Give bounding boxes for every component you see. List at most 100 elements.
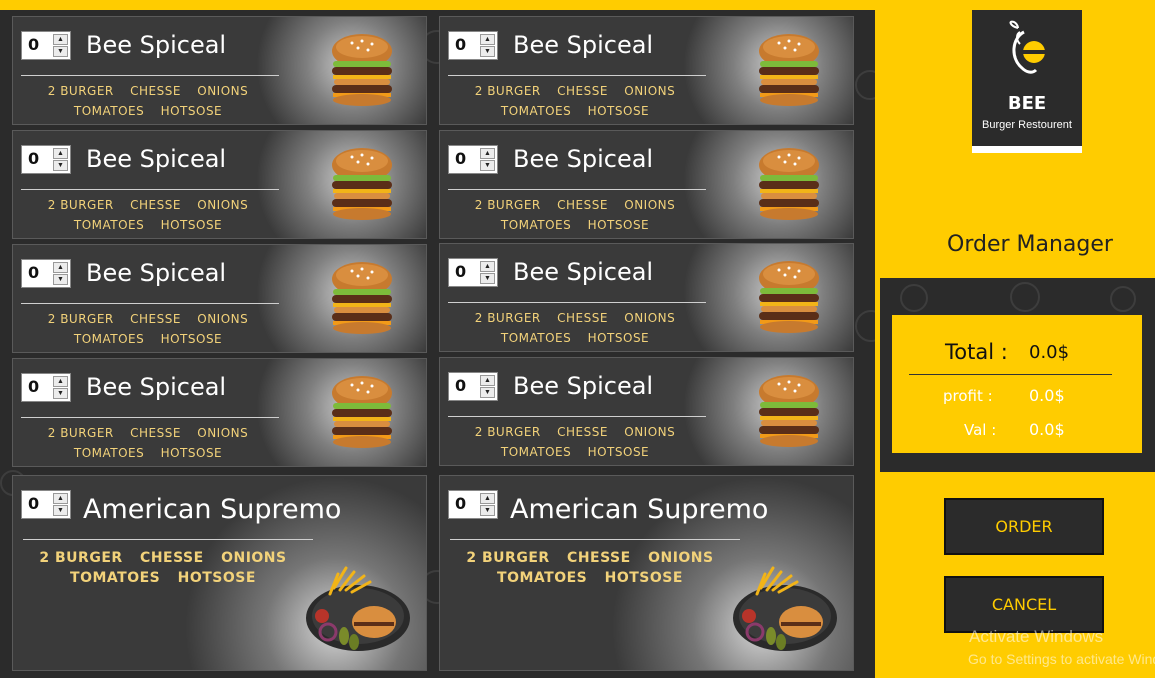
quantity-stepper[interactable]: 0 ▲ ▼: [21, 31, 71, 60]
doodle: [855, 310, 875, 342]
increment-button[interactable]: ▲: [53, 376, 68, 387]
quantity-stepper[interactable]: 0 ▲ ▼: [448, 258, 498, 287]
ingredient-label: CHESSE: [557, 311, 608, 325]
ingredient-label: CHESSE: [130, 84, 181, 98]
decrement-button[interactable]: ▼: [480, 46, 495, 57]
increment-button[interactable]: ▲: [480, 375, 495, 386]
increment-button[interactable]: ▲: [53, 493, 68, 504]
title-divider: [448, 302, 706, 303]
increment-button[interactable]: ▲: [480, 148, 495, 159]
ingredient-label: TOMATOES: [70, 570, 161, 586]
title-divider: [450, 539, 740, 540]
burger-icon: [332, 376, 392, 448]
title-divider: [448, 189, 706, 190]
title-divider: [21, 189, 279, 190]
quantity-stepper[interactable]: 0 ▲ ▼: [448, 372, 498, 401]
ingredients: 2 BURGER CHESSE ONIONS TOMATOES HOTSOSE: [440, 422, 710, 462]
ingredient-label: 2 BURGER: [47, 198, 114, 212]
order-summary: Total : 0.0$ profit : 0.0$ Val : 0.0$: [892, 315, 1142, 453]
ingredient-label: ONIONS: [624, 198, 676, 212]
ingredients: 2 BURGER CHESSE ONIONS TOMATOES HOTSOSE: [440, 308, 710, 348]
quantity-value: 0: [455, 149, 467, 168]
menu-item-title: Bee Spiceal: [513, 31, 654, 59]
decrement-button[interactable]: ▼: [480, 505, 495, 516]
quantity-stepper[interactable]: 0 ▲ ▼: [21, 145, 71, 174]
burger-icon: [759, 34, 819, 106]
ingredient-label: CHESSE: [130, 198, 181, 212]
bee-burger-icon: [1009, 20, 1046, 74]
ingredient-label: TOMATOES: [500, 331, 572, 345]
quantity-stepper[interactable]: 0 ▲ ▼: [21, 490, 71, 519]
ingredients: 2 BURGER CHESSE ONIONS TOMATOES HOTSOSE: [13, 81, 283, 121]
decrement-button[interactable]: ▼: [53, 505, 68, 516]
decrement-button[interactable]: ▼: [53, 46, 68, 57]
decrement-button[interactable]: ▼: [53, 160, 68, 171]
increment-button[interactable]: ▲: [53, 148, 68, 159]
decrement-button[interactable]: ▼: [480, 387, 495, 398]
quantity-stepper[interactable]: 0 ▲ ▼: [21, 259, 71, 288]
menu-item-title: Bee Spiceal: [86, 145, 227, 173]
quantity-stepper[interactable]: 0 ▲ ▼: [21, 373, 71, 402]
decrement-button[interactable]: ▼: [480, 273, 495, 284]
ingredients: 2 BURGER CHESSE ONIONS TOMATOES HOTSOSE: [13, 309, 283, 349]
val-value: 0.0$: [1029, 420, 1065, 439]
ingredient-label: 2 BURGER: [47, 312, 114, 326]
menu-item-title: Bee Spiceal: [86, 31, 227, 59]
ingredient-label: ONIONS: [197, 426, 249, 440]
decrement-button[interactable]: ▼: [480, 160, 495, 171]
summary-divider: [909, 374, 1112, 375]
ingredient-label: TOMATOES: [73, 446, 145, 460]
meal-plate-icon: [306, 566, 410, 651]
increment-button[interactable]: ▲: [480, 261, 495, 272]
quantity-stepper[interactable]: 0 ▲ ▼: [448, 490, 498, 519]
increment-button[interactable]: ▲: [480, 493, 495, 504]
quantity-stepper[interactable]: 0 ▲ ▼: [448, 145, 498, 174]
decrement-button[interactable]: ▼: [53, 388, 68, 399]
menu-item-card: 0 ▲ ▼ Bee Spiceal 2 BURGER CHESSE ONIONS…: [439, 243, 854, 352]
profit-label: profit :: [943, 387, 993, 405]
increment-button[interactable]: ▲: [53, 34, 68, 45]
decrement-button[interactable]: ▼: [53, 274, 68, 285]
ingredients: 2 BURGER CHESSE ONIONS TOMATOES HOTSOSE: [440, 548, 740, 588]
quantity-value: 0: [455, 262, 467, 281]
burger-icon: [759, 375, 819, 447]
ingredient-label: TOMATOES: [73, 332, 145, 346]
ingredient-label: 2 BURGER: [474, 84, 541, 98]
doodle: [900, 284, 928, 312]
order-panel: BEE Burger Restourent Order Manager Tota…: [875, 0, 1155, 678]
ingredient-label: 2 BURGER: [466, 550, 550, 566]
ingredient-label: HOTSOSE: [177, 570, 256, 586]
increment-button[interactable]: ▲: [53, 262, 68, 273]
ingredient-label: HOTSOSE: [587, 331, 650, 345]
burger-icon: [759, 148, 819, 220]
ingredient-label: 2 BURGER: [47, 84, 114, 98]
ingredient-label: HOTSOSE: [160, 218, 223, 232]
burger-icon: [332, 262, 392, 334]
cancel-button[interactable]: CANCEL: [944, 576, 1104, 633]
order-button[interactable]: ORDER: [944, 498, 1104, 555]
burger-icon: [332, 34, 392, 106]
brand-logo: BEE Burger Restourent: [972, 10, 1082, 153]
quantity-value: 0: [455, 376, 467, 395]
total-label: Total :: [945, 340, 1008, 364]
ingredients: 2 BURGER CHESSE ONIONS TOMATOES HOTSOSE: [440, 81, 710, 121]
ingredient-label: CHESSE: [557, 198, 608, 212]
ingredient-label: ONIONS: [624, 84, 676, 98]
increment-button[interactable]: ▲: [480, 34, 495, 45]
ingredient-label: HOTSOSE: [587, 104, 650, 118]
ingredient-label: TOMATOES: [500, 104, 572, 118]
quantity-stepper[interactable]: 0 ▲ ▼: [448, 31, 498, 60]
ingredient-label: TOMATOES: [73, 218, 145, 232]
ingredient-label: ONIONS: [624, 425, 676, 439]
ingredient-label: CHESSE: [130, 426, 181, 440]
ingredient-label: HOTSOSE: [587, 445, 650, 459]
ingredient-label: HOTSOSE: [604, 570, 683, 586]
title-divider: [21, 75, 279, 76]
ingredient-label: ONIONS: [221, 550, 287, 566]
activate-windows-title: Activate Windows: [969, 627, 1104, 646]
menu-item-title: American Supremo: [83, 494, 342, 525]
ingredient-label: HOTSOSE: [160, 446, 223, 460]
profit-value: 0.0$: [1029, 386, 1065, 405]
menu-item-card: 0 ▲ ▼ Bee Spiceal 2 BURGER CHESSE ONIONS…: [12, 130, 427, 239]
order-manager-title: Order Manager: [947, 232, 1113, 257]
